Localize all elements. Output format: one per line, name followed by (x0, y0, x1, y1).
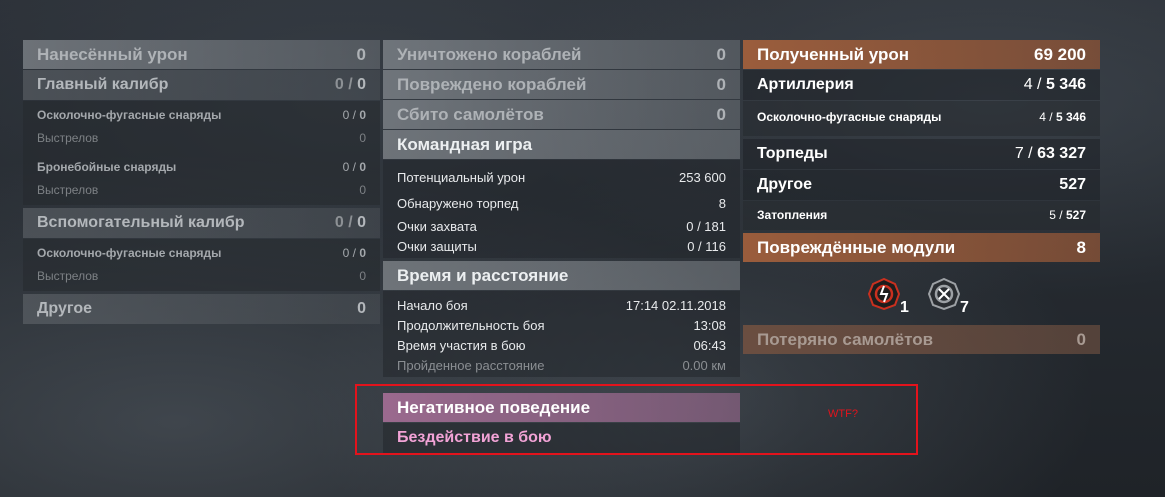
list-item: Время участия в бою 06:43 (397, 337, 726, 353)
column-damage-dealt: Нанесённый урон 0 Главный калибр 0 / 0 О… (23, 40, 380, 325)
damage-received-header: Полученный урон 69 200 (743, 40, 1100, 69)
list-item: Очки защиты 0 / 116 (397, 238, 726, 254)
other-damage-label: Другое (37, 300, 92, 317)
module-icons: 1 7 (867, 277, 969, 316)
time-distance-header: Время и расстояние (383, 261, 740, 290)
damaged-modules-header: Повреждённые модули 8 (743, 233, 1100, 262)
secondary-battery-details: Осколочно-фугасные снаряды 0 / 0 Выстрел… (23, 239, 380, 291)
list-item: Потенциальный урон 253 600 (397, 169, 726, 185)
column-team-stats: Уничтожено кораблей 0 Повреждено корабле… (383, 40, 740, 380)
time-distance-details: Начало боя 17:14 02.11.2018 Продолжитель… (383, 291, 740, 377)
ships-damaged-row: Повреждено кораблей 0 (383, 70, 740, 99)
planes-lost-row: Потеряно самолётов 0 (743, 325, 1100, 354)
main-battery-value: 0 / 0 (334, 76, 366, 93)
list-item: Бронебойные снаряды 0 / 0 (37, 159, 366, 174)
annotation-text: WTF? (828, 408, 858, 420)
list-item: Выстрелов 0 (37, 268, 366, 283)
list-item: Осколочно-фугасные снаряды 4 / 5 346 (757, 109, 1086, 124)
main-battery-label: Главный калибр (37, 76, 169, 93)
torpedoes-row: Торпеды 7 / 63 327 (743, 139, 1100, 169)
other-damage-value: 0 (357, 300, 366, 317)
list-item: Затопления 5 / 527 (757, 207, 1086, 222)
team-play-details: Потенциальный урон 253 600 Обнаружено то… (383, 160, 740, 258)
list-item: Выстрелов 0 (37, 182, 366, 197)
planes-shot-row: Сбито самолётов 0 (383, 100, 740, 129)
list-item: Начало боя 17:14 02.11.2018 (397, 297, 726, 313)
list-item: Очки захвата 0 / 181 (397, 218, 726, 234)
secondary-battery-value: 0 / 0 (334, 214, 366, 231)
other-received-row: Другое 527 (743, 170, 1100, 200)
other-damage-row: Другое 0 (23, 294, 380, 324)
main-battery-details: Осколочно-фугасные снаряды 0 / 0 Выстрел… (23, 101, 380, 205)
secondary-battery-row: Вспомогательный калибр 0 / 0 (23, 208, 380, 238)
secondary-battery-label: Вспомогательный калибр (37, 214, 245, 231)
team-play-header: Командная игра (383, 130, 740, 159)
damage-dealt-label: Нанесённый урон (37, 44, 188, 64)
list-item: Осколочно-фугасные снаряды 0 / 0 (37, 245, 366, 260)
list-item: Продолжительность боя 13:08 (397, 317, 726, 333)
artillery-row: Артиллерия 4 / 5 346 (743, 70, 1100, 100)
other-received-details: Затопления 5 / 527 (743, 201, 1100, 230)
list-item: Осколочно-фугасные снаряды 0 / 0 (37, 107, 366, 122)
ships-destroyed-row: Уничтожено кораблей 0 (383, 40, 740, 69)
main-battery-row: Главный калибр 0 / 0 (23, 70, 380, 100)
list-item: Пройденное расстояние 0.00 км (397, 357, 726, 373)
damage-dealt-value: 0 (356, 44, 366, 64)
damaged-module-icon: 1 (867, 277, 909, 316)
list-item: Обнаружено торпед 8 (397, 195, 726, 211)
damage-dealt-header: Нанесённый урон 0 (23, 40, 380, 69)
list-item: Выстрелов 0 (37, 130, 366, 145)
destroyed-module-icon: 7 (927, 277, 969, 316)
artillery-details: Осколочно-фугасные снаряды 4 / 5 346 (743, 101, 1100, 136)
